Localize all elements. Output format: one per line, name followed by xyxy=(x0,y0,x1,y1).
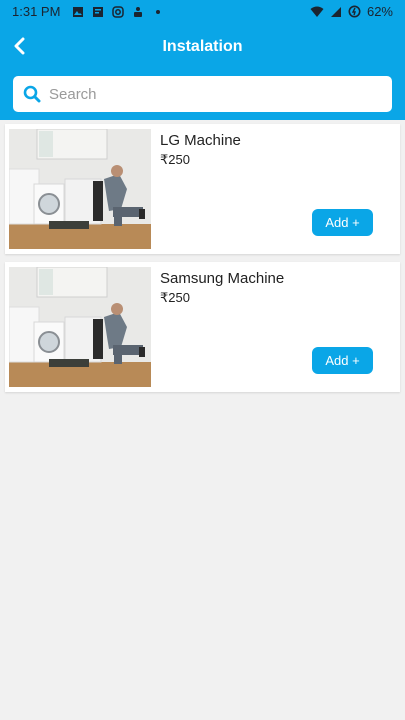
product-name: Samsung Machine xyxy=(160,270,285,287)
chevron-left-icon xyxy=(14,37,25,55)
battery-percent: 62% xyxy=(366,4,393,19)
product-image xyxy=(9,129,151,249)
image-icon xyxy=(73,6,84,17)
news-icon xyxy=(93,6,104,17)
search-box[interactable] xyxy=(13,76,392,112)
product-name: LG Machine xyxy=(160,132,241,149)
dot-icon xyxy=(156,9,161,14)
back-button[interactable] xyxy=(6,31,34,61)
add-button[interactable]: Add + xyxy=(312,347,373,374)
podcast-icon xyxy=(134,6,143,17)
instagram-icon xyxy=(112,5,125,18)
product-card: LG Machine ₹250 Add + xyxy=(5,124,400,254)
signal-icon xyxy=(330,6,341,17)
status-time: 1:31 PM xyxy=(12,4,61,19)
status-bar: 1:31 PM 62% xyxy=(0,0,405,23)
search-input[interactable] xyxy=(49,85,369,103)
product-image xyxy=(9,267,151,387)
battery-saver-icon xyxy=(348,5,361,18)
page-title: Instalation xyxy=(162,37,243,55)
search-bar-container xyxy=(0,70,405,120)
add-button[interactable]: Add + xyxy=(312,209,373,236)
search-icon xyxy=(23,85,41,103)
wifi-icon xyxy=(310,6,324,17)
product-price: ₹250 xyxy=(160,290,190,305)
product-price: ₹250 xyxy=(160,152,190,167)
product-list: LG Machine ₹250 Add + Samsung Machine ₹2… xyxy=(5,124,400,400)
product-card: Samsung Machine ₹250 Add + xyxy=(5,262,400,392)
app-bar: Instalation xyxy=(0,23,405,70)
